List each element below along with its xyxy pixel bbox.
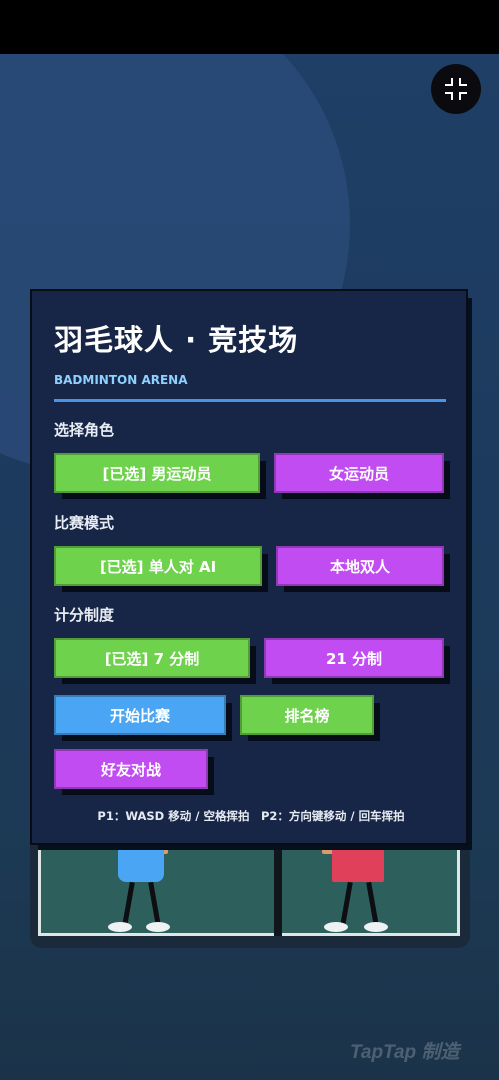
taptap-watermark: TapTap 制造 <box>350 1042 460 1063</box>
character-female-button[interactable]: 女运动员 <box>274 453 450 499</box>
menu-panel: 羽毛球人 · 竞技场 BADMINTON ARENA 选择角色 [已选] 男运动… <box>30 289 468 845</box>
exit-fullscreen-button[interactable] <box>431 64 481 114</box>
scoring-21-button[interactable]: 21 分制 <box>264 638 450 684</box>
player-one-shoe <box>146 922 170 932</box>
start-match-button[interactable]: 开始比赛 <box>54 695 232 741</box>
section-label-scoring: 计分制度 <box>54 606 115 624</box>
badminton-court <box>30 840 470 948</box>
title-divider <box>54 399 446 402</box>
player-two-shoe <box>364 922 388 932</box>
court-net <box>274 840 282 936</box>
player-two-shoe <box>324 922 348 932</box>
game-subtitle: BADMINTON ARENA <box>54 373 188 387</box>
court-floor <box>38 840 460 936</box>
controls-hint: P1：WASD 移动 / 空格挥拍 P2：方向键移动 / 回车挥拍 <box>97 809 405 823</box>
mode-single-ai-button[interactable]: [已选] 单人对 AI <box>54 546 268 592</box>
character-male-button[interactable]: [已选] 男运动员 <box>54 453 266 499</box>
section-label-mode: 比赛模式 <box>54 514 115 532</box>
status-bar <box>0 0 499 54</box>
section-label-character: 选择角色 <box>54 421 115 439</box>
leaderboard-button[interactable]: 排名榜 <box>240 695 380 741</box>
mode-local-two-player-button[interactable]: 本地双人 <box>276 546 450 592</box>
exit-fullscreen-icon <box>445 78 467 100</box>
game-title: 羽毛球人 · 竞技场 <box>54 323 299 357</box>
scoring-7-button[interactable]: [已选] 7 分制 <box>54 638 256 684</box>
player-one-shoe <box>108 922 132 932</box>
friend-battle-button[interactable]: 好友对战 <box>54 749 214 795</box>
